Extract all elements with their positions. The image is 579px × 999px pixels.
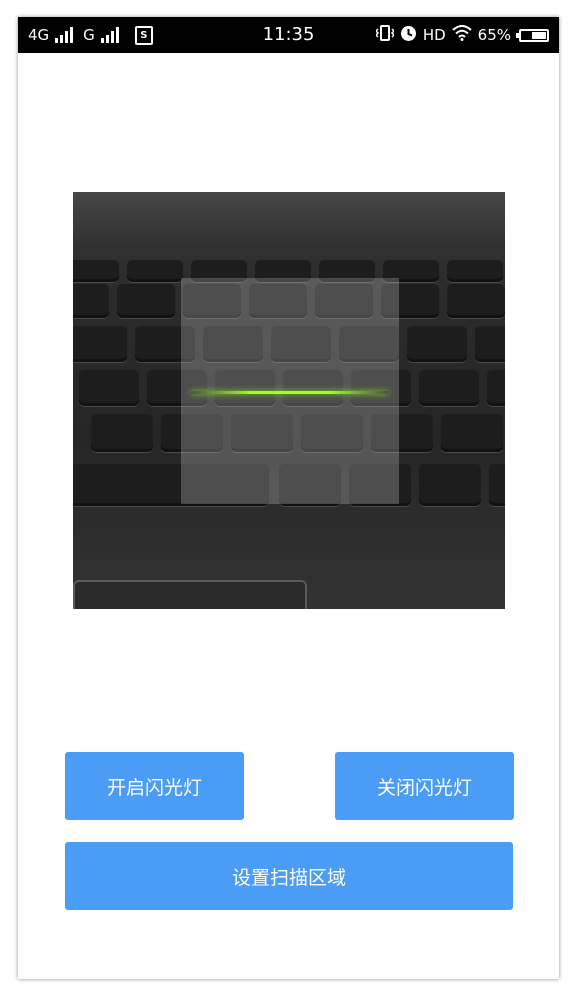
- flash-off-button[interactable]: 关闭闪光灯: [335, 752, 514, 820]
- keyboard-key: [487, 370, 505, 406]
- camera-preview: [73, 192, 505, 609]
- flash-on-button[interactable]: 开启闪光灯: [65, 752, 244, 820]
- keyboard-key: [73, 326, 127, 362]
- keyboard-key: [419, 370, 479, 406]
- network-type-1: 4G: [28, 26, 50, 44]
- network-type-2: G: [83, 26, 95, 44]
- status-bar: 4G G S 11:35 HD 65%: [18, 17, 559, 53]
- battery-percent: 65%: [477, 26, 511, 44]
- status-left: 4G G S: [28, 17, 153, 53]
- keyboard-key: [441, 414, 503, 452]
- trackpad-edge: [73, 580, 307, 609]
- app-screen: 4G G S 11:35 HD 65% 开启闪光灯 关闭闪光灯 设置扫描区域: [18, 17, 559, 979]
- keyboard-key: [117, 284, 175, 318]
- keyboard-key: [419, 464, 481, 506]
- keyboard-key: [91, 414, 153, 452]
- alarm-icon: [400, 25, 417, 46]
- scan-line: [191, 391, 389, 394]
- set-scan-area-button[interactable]: 设置扫描区域: [65, 842, 513, 910]
- screenshot-icon: S: [134, 25, 153, 45]
- signal-icon: [55, 27, 74, 43]
- keyboard-key: [475, 326, 505, 362]
- signal-icon: [100, 27, 119, 43]
- keyboard-key: [447, 260, 503, 282]
- wifi-icon: [451, 25, 472, 45]
- keyboard-top-edge: [73, 192, 505, 248]
- status-right: HD 65%: [374, 17, 549, 53]
- battery-icon: [516, 28, 549, 42]
- battery-fill: [531, 31, 546, 39]
- vibrate-icon: [374, 25, 395, 45]
- keyboard-key: [489, 464, 505, 506]
- scan-area-frame: [181, 278, 399, 504]
- keyboard-key: [79, 370, 139, 406]
- hd-label: HD: [422, 26, 446, 44]
- keyboard-key: [447, 284, 505, 318]
- keyboard-key: [407, 326, 467, 362]
- keyboard-key: [73, 260, 119, 282]
- keyboard-key: [127, 260, 183, 282]
- keyboard-key: [73, 284, 109, 318]
